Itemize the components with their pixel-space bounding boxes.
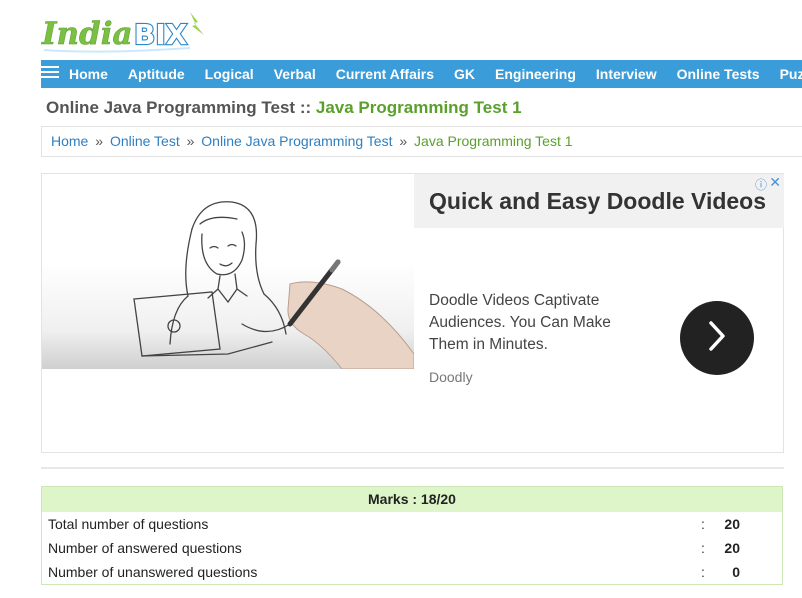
logo-text-bix: BIX — [134, 18, 188, 51]
nav-item-verbal[interactable]: Verbal — [264, 60, 326, 88]
main-nav: Home Aptitude Logical Verbal Current Aff… — [41, 60, 802, 88]
chevron-right-icon — [707, 320, 727, 357]
logo-text-india: India — [41, 16, 133, 52]
breadcrumb-home[interactable]: Home — [51, 133, 88, 149]
ad-body-text: Doodle Videos Captivate Audiences. You C… — [429, 292, 611, 353]
nav-item-interview[interactable]: Interview — [586, 60, 667, 88]
result-row-total: Total number of questions : 20 — [42, 512, 782, 536]
page-title-current: Java Programming Test 1 — [315, 98, 522, 117]
result-value: 20 — [724, 516, 740, 532]
breadcrumb-current: Java Programming Test 1 — [414, 133, 573, 149]
nav-item-engineering[interactable]: Engineering — [485, 60, 586, 88]
results-table: Marks : 18/20 Total number of questions … — [41, 486, 783, 585]
divider — [41, 467, 784, 469]
hamburger-menu-button[interactable] — [41, 60, 59, 88]
marks-header: Marks : 18/20 — [42, 487, 782, 512]
result-label: Number of unanswered questions — [48, 564, 258, 580]
ad-headline[interactable]: Quick and Easy Doodle Videos — [429, 188, 766, 215]
ad-cta-button[interactable] — [680, 301, 754, 375]
result-row-answered: Number of answered questions : 20 — [42, 536, 782, 560]
indiabix-logo[interactable]: India BIX — [40, 6, 215, 58]
hamburger-icon — [41, 65, 59, 84]
breadcrumb-online-java-test[interactable]: Online Java Programming Test — [201, 133, 392, 149]
result-colon: : — [701, 516, 705, 532]
breadcrumb-separator: » — [95, 133, 104, 149]
nav-item-gk[interactable]: GK — [444, 60, 485, 88]
info-icon[interactable]: ⓘ — [755, 176, 767, 193]
breadcrumb-online-test[interactable]: Online Test — [110, 133, 180, 149]
page-title-prefix: Online Java Programming Test — [46, 98, 296, 117]
nav-item-online-tests[interactable]: Online Tests — [667, 60, 770, 88]
ad-brand[interactable]: Doodly — [429, 369, 473, 385]
result-row-unanswered: Number of unanswered questions : 0 — [42, 560, 782, 584]
breadcrumb-separator: » — [186, 133, 195, 149]
lightning-icon — [190, 12, 204, 35]
nav-item-home[interactable]: Home — [59, 60, 118, 88]
page-title: Online Java Programming Test :: Java Pro… — [46, 98, 522, 118]
result-label: Number of answered questions — [48, 540, 242, 556]
breadcrumb-separator: » — [399, 133, 408, 149]
close-icon[interactable]: ✕ — [769, 174, 781, 191]
logo-graphic: India BIX — [41, 12, 204, 53]
result-label: Total number of questions — [48, 516, 209, 532]
advertisement[interactable]: Quick and Easy Doodle Videos ⓘ ✕ Doodle … — [41, 173, 784, 453]
doodle-woman-illustration — [133, 201, 414, 369]
ad-illustration[interactable] — [42, 174, 414, 369]
nav-item-logical[interactable]: Logical — [195, 60, 264, 88]
result-colon: : — [701, 540, 705, 556]
result-value: 0 — [732, 564, 740, 580]
breadcrumb: Home » Online Test » Online Java Program… — [41, 126, 802, 157]
result-colon: : — [701, 564, 705, 580]
nav-item-current-affairs[interactable]: Current Affairs — [326, 60, 444, 88]
result-value: 20 — [724, 540, 740, 556]
nav-item-aptitude[interactable]: Aptitude — [118, 60, 195, 88]
page-title-separator: :: — [295, 98, 316, 117]
nav-item-puzzles[interactable]: Puzzles — [770, 60, 802, 88]
